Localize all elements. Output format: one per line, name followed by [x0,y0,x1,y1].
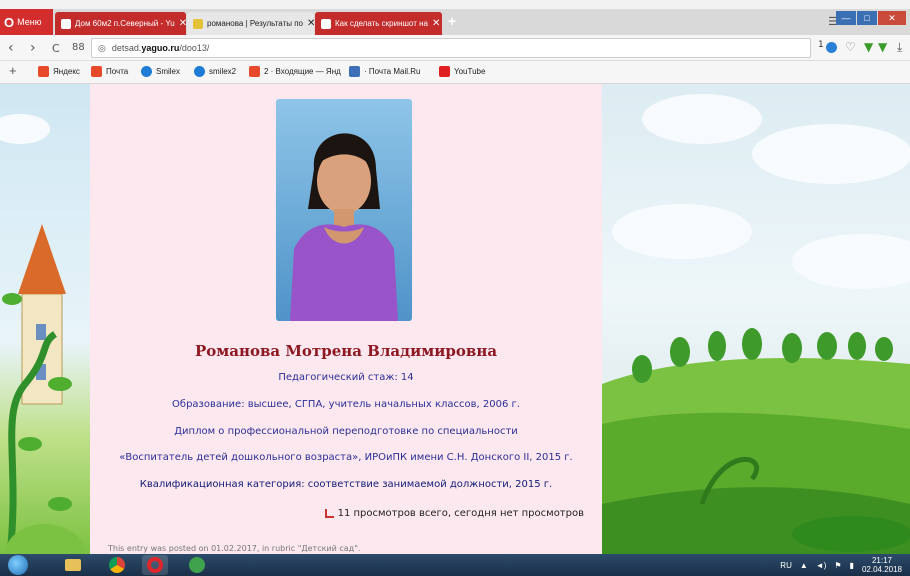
stats-chart-icon [324,509,334,518]
bookmark-label: YouTube [454,67,486,76]
yandex-icon [38,66,49,77]
opera-menu-button[interactable]: O Меню [0,9,53,35]
mail-envelope-icon [91,66,102,77]
globe-icon: ◎ [98,42,106,53]
url-input[interactable]: ◎ detsad.yaguo.ru/doo13/ [91,38,811,58]
url-prefix: detsad. [111,43,142,53]
tray-arrow-icon[interactable]: ▲ [800,561,808,570]
smilex-icon [141,66,152,77]
bookmark-mail[interactable]: Почта [91,66,128,77]
bookmark-smilex[interactable]: Smilex [141,66,180,77]
tab-romanova-results[interactable]: романова | Результаты по ✕ [187,12,314,35]
url-host: yaguo.ru [141,43,180,53]
bookmark-youtube[interactable]: YouTube [439,66,485,77]
system-tray: RU ▲ ◄) ⚑ ▮ 21:17 02.04.2018 [780,556,902,574]
close-window-button[interactable]: ✕ [878,11,906,25]
bookmark-heart-icon[interactable]: ♡ [845,40,856,54]
youtube-favicon-icon [321,18,331,29]
tab-close-icon[interactable]: ✕ [432,18,440,29]
chrome-button[interactable] [104,555,130,575]
portrait-illustration [276,99,412,321]
add-bookmark-button[interactable]: + [9,63,17,78]
diploma-line-2: «Воспитатель детей дошкольного возраста»… [119,452,573,463]
file-explorer-button[interactable] [60,555,86,575]
utorrent-button[interactable] [184,555,210,575]
opera-icon [147,557,163,573]
windows-taskbar: RU ▲ ◄) ⚑ ▮ 21:17 02.04.2018 [0,554,910,576]
tab-title: Как сделать скриншот на [335,19,428,28]
tab-close-icon[interactable]: ✕ [179,18,186,29]
utorrent-icon [189,557,205,573]
download-icon[interactable]: ⤓ [897,40,902,55]
window-controls: — □ ✕ [836,11,906,25]
youtube-favicon-icon [61,18,71,29]
background-left [0,84,90,554]
opera-taskbar-button[interactable] [142,555,168,575]
maximize-button[interactable]: □ [857,11,877,25]
chrome-icon [109,557,125,573]
badge-count: 1 [818,40,824,50]
back-button[interactable]: ‹ [8,40,14,56]
castle-tower-illustration [2,224,85,554]
window-top-strip [0,0,910,9]
smilex-icon [194,66,205,77]
education-text: Образование: высшее, СГПА, учитель начал… [172,399,520,410]
tab-house[interactable]: Дом 60м2 п.Северный - Yu ✕ [55,12,186,35]
address-bar: ‹ › C 88 ◎ detsad.yaguo.ru/doo13/ 1 ♡ ▼ … [0,35,910,61]
start-button[interactable] [8,555,28,575]
views-counter: 11 просмотров всего, сегодня нет просмот… [324,508,584,519]
url-text: detsad.yaguo.ru/doo13/ [112,43,210,53]
tab-close-icon[interactable]: ✕ [307,18,314,29]
minimize-button[interactable]: — [836,11,856,25]
reload-button[interactable]: C [52,42,60,55]
forward-button[interactable]: › [30,40,36,56]
post-footnote: This entry was posted on 01.02.2017, in … [108,544,361,553]
opera-logo-icon: O [4,14,15,30]
bookmark-label: smilex2 [209,67,237,76]
mail-envelope-icon [249,66,260,77]
bookmark-label: · Почта Mail.Ru [364,67,421,76]
volume-icon[interactable]: ◄) [816,561,827,570]
url-path: /doo13/ [179,43,210,53]
flag-icon[interactable]: ⚑ [834,561,841,570]
tab-title: Дом 60м2 п.Северный - Yu [75,19,175,28]
category-text: Квалификационная категория: соответствие… [139,479,553,490]
clock[interactable]: 21:17 02.04.2018 [862,556,902,574]
tab-bar: O Меню Дом 60м2 п.Северный - Yu ✕ романо… [0,9,910,35]
page-viewport[interactable]: Романова Мотрена Владимировна Педагогиче… [0,84,910,554]
clock-time: 21:17 [871,556,892,565]
language-indicator[interactable]: RU [780,561,792,570]
clock-date: 02.04.2018 [861,565,902,574]
bookmark-smilex2[interactable]: smilex2 [194,66,236,77]
speed-dial-button[interactable]: 88 [72,42,85,53]
tab-screenshot-howto[interactable]: Как сделать скриншот на ✕ [315,12,442,35]
teacher-name: Романова Мотрена Владимировна [194,342,498,360]
bookmark-label: Яндекс [53,67,80,76]
vpn-shield-icon[interactable] [826,42,837,53]
bookmarks-bar: + Яндекс Почта Smilex smilex2 2 · Входящ… [0,61,910,84]
mailru-icon [349,66,360,77]
adblock-arrow-icon[interactable]: ▼ [864,40,873,54]
teacher-portrait-photo [276,99,412,321]
green-hills-illustration [602,328,910,554]
network-icon[interactable]: ▮ [850,561,854,570]
folder-icon [65,559,81,571]
youtube-icon [439,66,450,77]
bookmark-yandex-inbox[interactable]: 2 · Входящие — Янд [249,66,341,77]
bookmark-label: Smilex [156,67,181,76]
tab-title: романова | Результаты по [207,19,303,28]
extension-arrow-icon[interactable]: ▼ [878,40,887,54]
bookmark-mailru[interactable]: · Почта Mail.Ru [349,66,420,77]
new-tab-button[interactable]: + [448,13,456,29]
menu-label: Меню [17,17,42,27]
experience-text: Педагогический стаж: 14 [278,372,414,383]
background-right [602,84,910,554]
site-favicon-icon [193,18,203,29]
teacher-profile-content: Романова Мотрена Владимировна Педагогиче… [90,84,602,554]
bookmark-label: 2 · Входящие — Янд [264,67,341,76]
views-text: 11 просмотров всего, сегодня нет просмот… [337,508,584,519]
bookmark-label: Почта [106,67,129,76]
diploma-line-1: Диплом о профессиональной переподготовке… [174,426,518,437]
bookmark-yandex[interactable]: Яндекс [38,66,80,77]
